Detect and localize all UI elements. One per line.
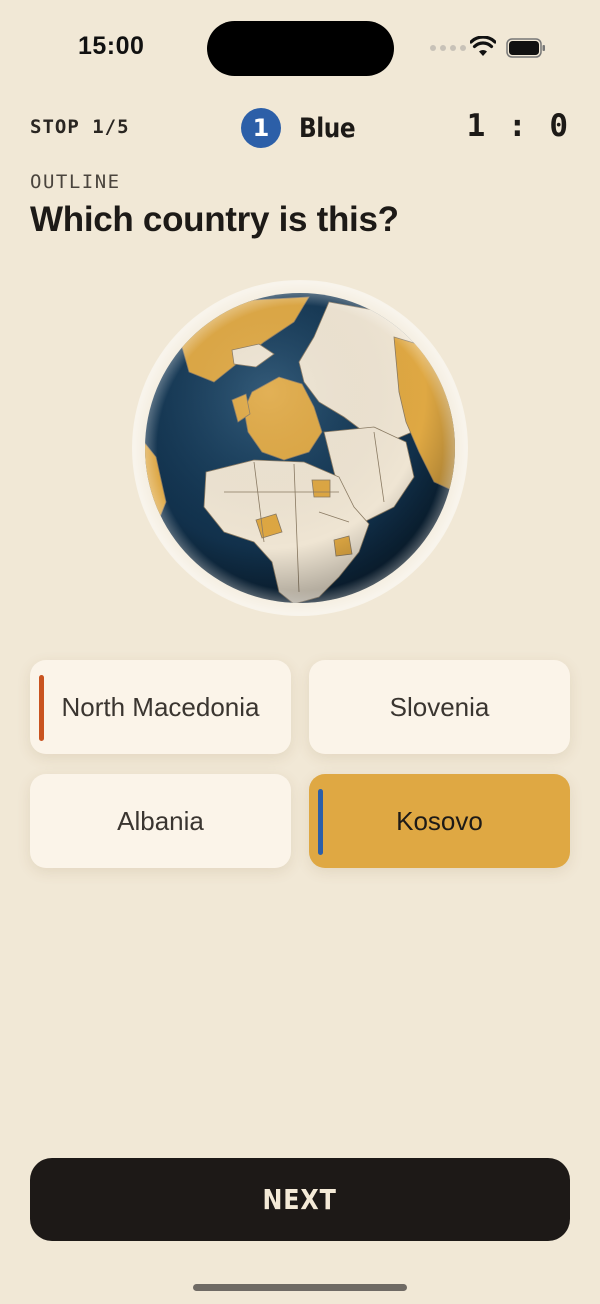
next-button[interactable]: NEXT — [30, 1158, 570, 1241]
globe-glow — [132, 280, 468, 616]
player-name: Blue — [299, 112, 356, 144]
answer-option-albania[interactable]: Albania — [30, 774, 291, 868]
dynamic-island — [207, 21, 394, 76]
question-text: Which country is this? — [30, 200, 399, 239]
status-bar: 15:00 — [0, 0, 600, 96]
score-display: 1 : 0 — [466, 108, 570, 144]
next-button-label: NEXT — [262, 1183, 338, 1216]
current-player: 1 Blue — [241, 108, 364, 148]
answer-label: North Macedonia — [61, 691, 260, 722]
answer-label: Albania — [117, 805, 204, 836]
player-selection-marker-blue — [318, 789, 323, 855]
globe-map[interactable] — [132, 280, 468, 616]
game-header: STOP 1/5 1 Blue 1 : 0 — [30, 108, 570, 148]
answer-option-kosovo[interactable]: Kosovo — [309, 774, 570, 868]
answer-option-slovenia[interactable]: Slovenia — [309, 660, 570, 754]
status-time: 15:00 — [78, 32, 145, 60]
battery-icon — [506, 38, 545, 58]
home-indicator[interactable] — [193, 1284, 407, 1291]
stop-progress-label: STOP 1/5 — [30, 116, 130, 138]
question-category: OUTLINE — [30, 171, 121, 193]
player-selection-marker-orange — [39, 675, 44, 741]
answer-option-north-macedonia[interactable]: North Macedonia — [30, 660, 291, 754]
wifi-icon — [470, 36, 496, 56]
answer-label: Kosovo — [396, 805, 483, 836]
answer-label: Slovenia — [389, 691, 490, 722]
player-number-badge: 1 — [241, 108, 281, 148]
cellular-signal-icon — [430, 45, 466, 51]
